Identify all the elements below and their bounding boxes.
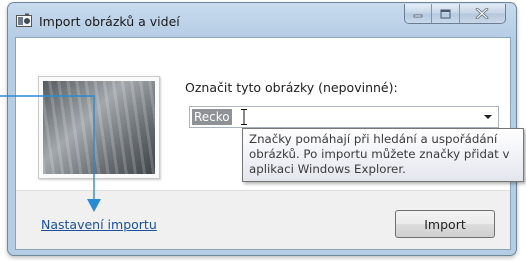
- maximize-button[interactable]: [432, 4, 460, 23]
- photo-thumbnail: [43, 81, 155, 174]
- tooltip-line: obrázků. Po importu můžete značky přidat…: [249, 147, 510, 161]
- tag-combobox[interactable]: Recko: [189, 106, 499, 128]
- text-cursor-icon: [241, 109, 247, 125]
- import-settings-link[interactable]: Nastavení importu: [41, 217, 157, 232]
- title-bar[interactable]: Import obrázků a videí: [8, 3, 516, 37]
- dialog-content: Označit tyto obrázky (nepovinné): Recko …: [15, 37, 524, 250]
- close-button[interactable]: [459, 4, 505, 23]
- minimize-button[interactable]: [405, 4, 433, 23]
- tooltip-line: aplikaci Windows Explorer.: [249, 162, 406, 176]
- maximize-icon: [440, 9, 451, 18]
- import-camera-icon: [16, 13, 32, 27]
- dropdown-arrow-icon[interactable]: [484, 115, 492, 119]
- window-title: Import obrázků a videí: [39, 14, 180, 29]
- photo-thumbnail-frame: [38, 76, 160, 179]
- caption-buttons: [404, 4, 506, 24]
- tooltip-line: Značky pomáhají při hledání a uspořádání: [249, 132, 498, 146]
- tag-label: Označit tyto obrázky (nepovinné):: [185, 80, 398, 95]
- tag-tooltip: Značky pomáhají při hledání a uspořádání…: [242, 128, 524, 182]
- close-icon: [476, 8, 489, 19]
- import-button[interactable]: Import: [395, 210, 495, 238]
- import-window: Import obrázků a videí Označit tyto obrá…: [7, 2, 524, 256]
- minimize-icon: [413, 14, 423, 17]
- tag-input-value[interactable]: Recko: [192, 109, 232, 125]
